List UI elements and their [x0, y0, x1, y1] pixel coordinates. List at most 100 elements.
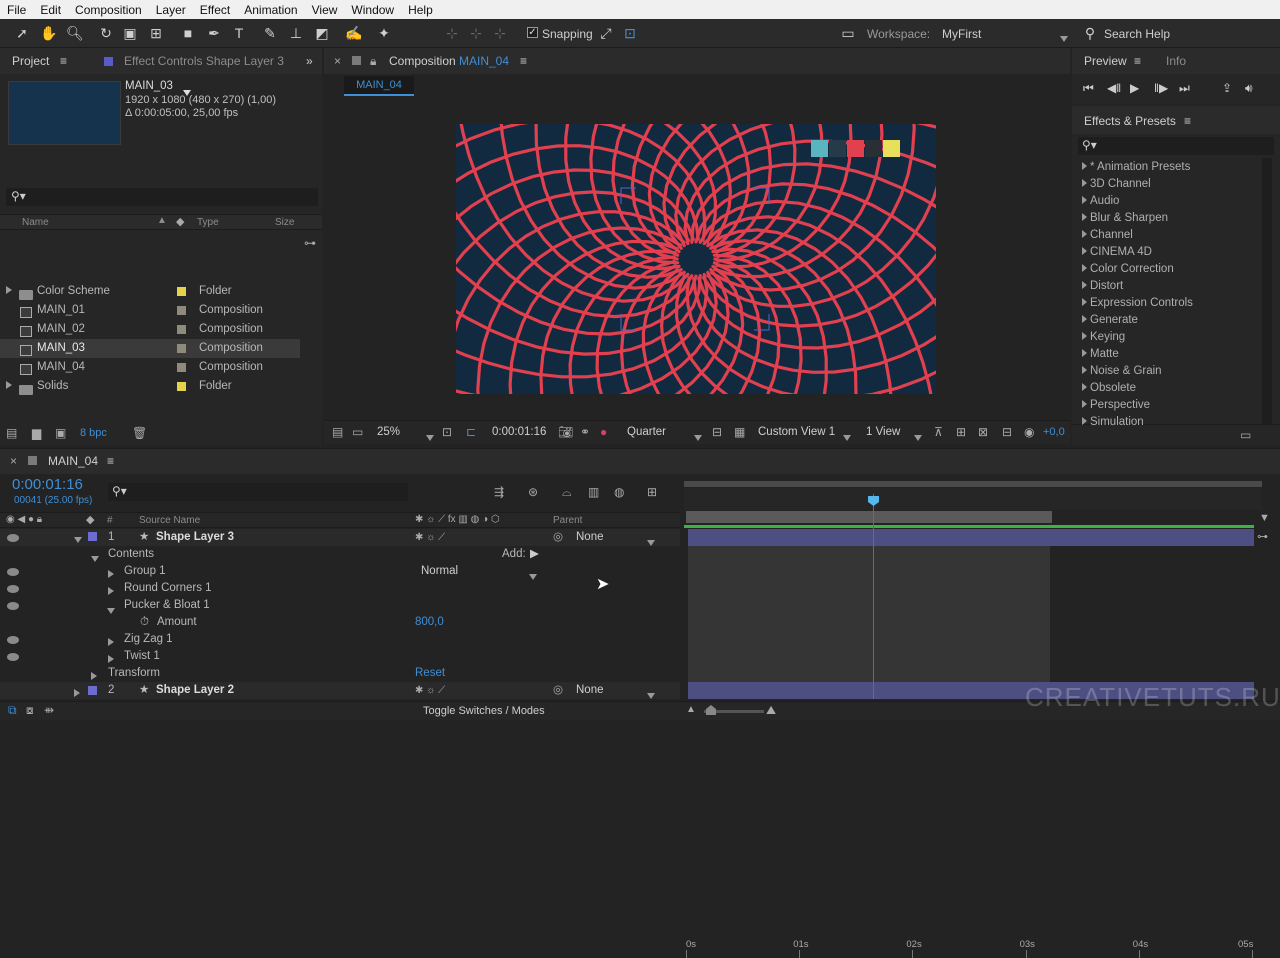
tab-preview[interactable]: Preview: [1084, 48, 1127, 74]
project-item[interactable]: MAIN_03 Composition: [0, 339, 300, 358]
project-tab-menu-icon[interactable]: ≡: [60, 48, 67, 74]
project-search-input[interactable]: ⚲▾: [6, 188, 318, 206]
show-snapshot-icon[interactable]: ⚭: [580, 425, 590, 439]
effects-scrollbar[interactable]: [1262, 158, 1272, 424]
hide-shy-icon[interactable]: ⌓: [562, 485, 572, 500]
camera-tool-icon[interactable]: ▣: [122, 25, 138, 41]
safe-margins-icon[interactable]: ⊡: [442, 425, 452, 439]
project-item-label-color[interactable]: [177, 325, 186, 334]
pen-tool-icon[interactable]: ✒: [206, 25, 222, 41]
expand-zigzag-icon[interactable]: [108, 635, 114, 649]
hand-tool-icon[interactable]: ✋: [40, 25, 57, 41]
expand-category-icon[interactable]: [1082, 244, 1087, 261]
layer3-name[interactable]: Shape Layer 3: [156, 529, 234, 546]
last-frame-icon[interactable]: ⏭: [1179, 81, 1190, 96]
expand-layer3-icon[interactable]: [74, 532, 82, 546]
next-frame-icon[interactable]: ‖▶︎: [1154, 81, 1168, 95]
layer2-parent-dropdown[interactable]: None: [576, 682, 604, 699]
project-item[interactable]: MAIN_01 Composition: [0, 301, 300, 320]
audio-icon[interactable]: 🔊︎: [1245, 81, 1253, 96]
menu-layer[interactable]: Layer: [149, 3, 193, 17]
timeline-timecode[interactable]: 0:00:01:16: [12, 476, 83, 493]
twist-label[interactable]: Twist 1: [124, 648, 160, 665]
effect-category[interactable]: CINEMA 4D: [1082, 244, 1260, 261]
project-item[interactable]: Solids Folder: [0, 377, 300, 396]
expand-transform-icon[interactable]: [91, 669, 97, 683]
layer2-switches[interactable]: ✱ ☼ ⟋: [415, 682, 445, 699]
menu-composition[interactable]: Composition: [68, 3, 149, 17]
first-frame-icon[interactable]: ⏮: [1083, 81, 1094, 96]
layer3-label-color[interactable]: [88, 532, 97, 541]
amount-value[interactable]: 800,0: [415, 614, 444, 631]
layer2-name[interactable]: Shape Layer 2: [156, 682, 234, 699]
track-flowchart-icon[interactable]: ⊶: [1257, 530, 1268, 543]
project-item[interactable]: MAIN_02 Composition: [0, 320, 300, 339]
transform-reset-link[interactable]: Reset: [415, 665, 445, 682]
column-size[interactable]: Size: [275, 217, 294, 228]
comp-viewer[interactable]: [456, 124, 936, 394]
timeline-menu-icon[interactable]: ≡: [107, 448, 114, 474]
views-arrow-icon[interactable]: [914, 430, 922, 444]
expand-category-icon[interactable]: [1082, 414, 1087, 431]
flowchart-icon[interactable]: ⊶: [304, 236, 316, 250]
comp-tab-menu-icon[interactable]: ≡: [520, 48, 527, 74]
timeline-icon[interactable]: ⊠: [978, 425, 988, 439]
type-tool-icon[interactable]: T: [231, 25, 247, 41]
close-comp-tab-icon[interactable]: ×: [334, 48, 341, 74]
column-type[interactable]: Type: [197, 217, 219, 228]
layer3-track-bar[interactable]: [688, 529, 1254, 546]
layer3-pickwhip-icon[interactable]: ◎: [553, 529, 563, 546]
zoom-dropdown-arrow-icon[interactable]: [426, 430, 434, 444]
panel-overflow-icon[interactable]: »: [306, 48, 313, 74]
expand-category-icon[interactable]: [1082, 227, 1087, 244]
layer3-parent-arrow-icon[interactable]: [647, 535, 655, 549]
snapshot-icon[interactable]: 📷︎: [558, 425, 573, 439]
effect-category[interactable]: Noise & Grain: [1082, 363, 1260, 380]
project-item[interactable]: MAIN_04 Composition: [0, 358, 300, 377]
comp-tab-prefix[interactable]: Composition: [389, 48, 456, 74]
motion-blur-icon[interactable]: ◍: [614, 485, 624, 499]
zigzag-eye-icon[interactable]: [7, 636, 19, 644]
expand-folder-icon[interactable]: [6, 377, 12, 396]
brush-tool-icon[interactable]: ✎: [262, 25, 278, 41]
effect-category[interactable]: 3D Channel: [1082, 176, 1260, 193]
stopwatch-icon[interactable]: ⏱: [140, 614, 149, 631]
views-layout-dropdown[interactable]: 1 View: [866, 426, 900, 438]
layer3-switches[interactable]: ✱ ☼ ⟋: [415, 529, 445, 546]
tab-composition-main04[interactable]: MAIN_04: [459, 48, 509, 74]
add-button-icon[interactable]: ▶: [530, 546, 539, 563]
effect-category[interactable]: Matte: [1082, 346, 1260, 363]
layer3-parent-dropdown[interactable]: None: [576, 529, 604, 546]
interpret-footage-icon[interactable]: ▤: [6, 426, 17, 440]
tab-effect-controls[interactable]: Effect Controls Shape Layer 3: [124, 48, 284, 74]
visibility-eye-icon[interactable]: [7, 534, 19, 542]
exposure-icon[interactable]: ◉: [1024, 425, 1034, 439]
effect-category[interactable]: Obsolete: [1082, 380, 1260, 397]
always-preview-icon[interactable]: ▤: [332, 425, 343, 439]
project-item-label-color[interactable]: [177, 363, 186, 372]
selection-tool-icon[interactable]: ➚: [14, 25, 30, 41]
effect-category[interactable]: Perspective: [1082, 397, 1260, 414]
zoom-in-icon[interactable]: ⛰: [766, 703, 776, 718]
work-area-navigator[interactable]: [684, 481, 1262, 487]
tab-info[interactable]: Info: [1166, 48, 1186, 74]
play-icon[interactable]: ▶: [1130, 81, 1139, 95]
preview-menu-icon[interactable]: ≡: [1134, 48, 1141, 74]
axis-view-icon[interactable]: ⊹: [492, 25, 508, 41]
axis-world-icon[interactable]: ⊹: [468, 25, 484, 41]
region-of-interest-icon[interactable]: ⊏: [466, 425, 476, 439]
column-name[interactable]: Name: [22, 217, 49, 228]
expand-group1-icon[interactable]: [108, 567, 114, 581]
expand-category-icon[interactable]: [1082, 176, 1087, 193]
comp-subtab[interactable]: MAIN_04: [344, 76, 414, 96]
effects-menu-icon[interactable]: ≡: [1184, 108, 1191, 134]
zoom-out-icon[interactable]: ▲: [686, 704, 696, 715]
expand-category-icon[interactable]: [1082, 363, 1087, 380]
expand-category-icon[interactable]: [1082, 397, 1087, 414]
pucker-eye-icon[interactable]: [7, 602, 19, 610]
effects-search-input[interactable]: ⚲▾: [1078, 137, 1274, 155]
fast-preview-icon[interactable]: ⊟: [712, 425, 722, 439]
resolution-dropdown[interactable]: Quarter: [627, 426, 666, 438]
menu-view[interactable]: View: [305, 3, 345, 17]
prev-frame-icon[interactable]: ◀︎‖: [1107, 81, 1121, 95]
